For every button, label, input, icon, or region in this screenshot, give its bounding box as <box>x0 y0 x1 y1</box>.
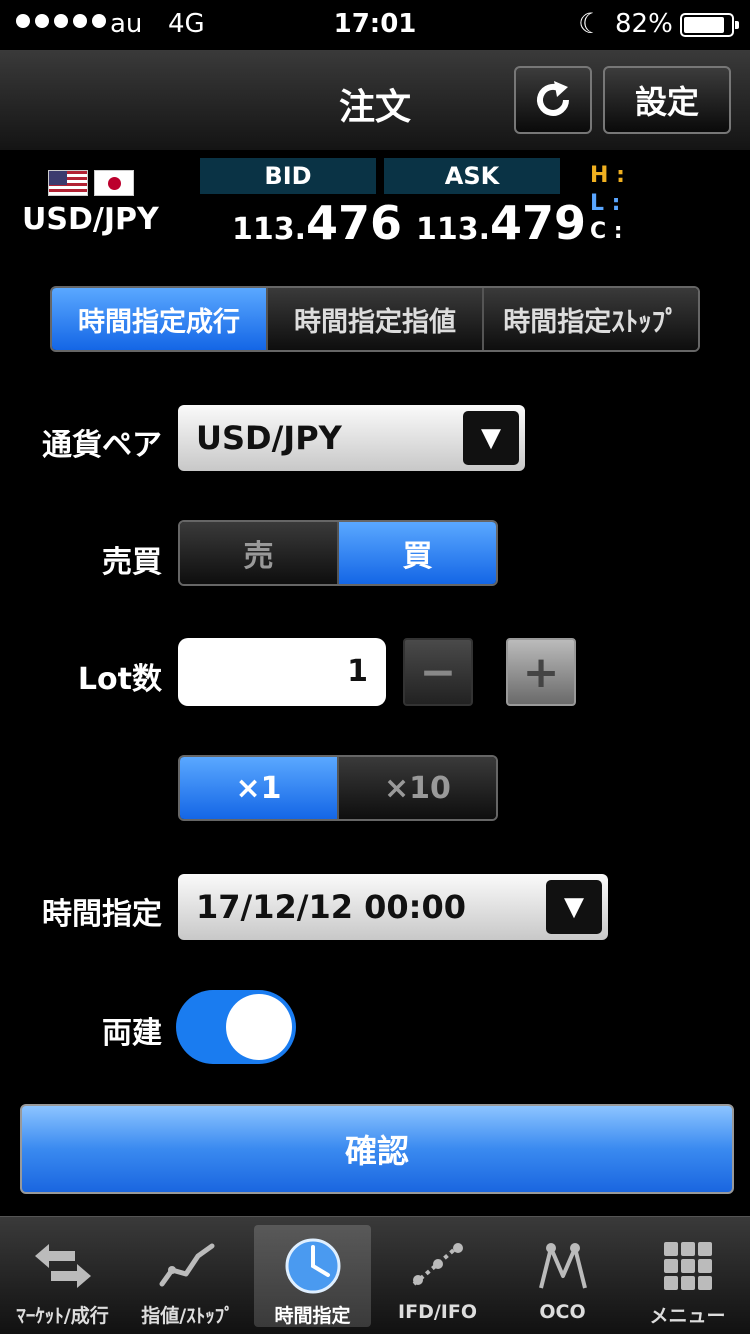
minus-icon: − <box>419 646 457 698</box>
side-segment: 売 買 <box>178 520 498 586</box>
lot-label: Lot数 <box>77 662 162 697</box>
ask-price-fraction: 479 <box>490 196 587 250</box>
refresh-button[interactable] <box>514 66 592 134</box>
tabbar-limit-stop[interactable]: 指値/ｽﾄｯﾌﾟ <box>125 1217 250 1334</box>
ask-price[interactable]: 113.479 <box>416 196 586 250</box>
battery-icon <box>680 13 739 37</box>
status-bar: au 4G 17:01 ☾ 82% <box>0 0 750 50</box>
quote-pair: USD/JPY <box>22 202 159 237</box>
time-select[interactable]: 17/12/12 00:00 ▼ <box>178 874 608 940</box>
tabbar-label: 指値/ｽﾄｯﾌﾟ <box>141 1305 234 1327</box>
jp-flag-icon <box>94 170 134 196</box>
time-label: 時間指定 <box>42 897 162 932</box>
bid-price[interactable]: 113.476 <box>232 196 402 250</box>
time-select-value: 17/12/12 00:00 <box>196 888 466 926</box>
tabbar-label: OCO <box>539 1301 586 1323</box>
tab-time-market[interactable]: 時間指定成行 <box>52 288 268 350</box>
battery-percent: 82% <box>615 9 673 39</box>
swap-arrows-icon <box>34 1244 91 1288</box>
tab-time-stop[interactable]: 時間指定ｽﾄｯﾌﾟ <box>484 288 698 350</box>
nav-header: 注文 設定 <box>0 50 750 150</box>
close-label: C : <box>590 219 623 244</box>
sell-option[interactable]: 売 <box>180 522 337 584</box>
refresh-icon <box>537 81 569 116</box>
lot-input[interactable]: 1 <box>178 638 386 706</box>
oco-chart-icon <box>538 1243 587 1289</box>
order-type-tabs: 時間指定成行 時間指定指値 時間指定ｽﾄｯﾌﾟ <box>50 286 700 352</box>
multiplier-x10[interactable]: ×10 <box>337 757 496 819</box>
pair-select[interactable]: USD/JPY ▼ <box>178 405 525 471</box>
plus-icon: + <box>522 646 560 698</box>
hedge-toggle[interactable] <box>176 990 296 1064</box>
bid-price-integer: 113. <box>232 212 307 247</box>
tabbar-ifd-ifo[interactable]: IFD/IFO <box>375 1217 500 1334</box>
tab-time-limit[interactable]: 時間指定指値 <box>268 288 484 350</box>
tabbar-time[interactable]: 時間指定 <box>254 1225 371 1327</box>
tabbar-oco[interactable]: OCO <box>500 1217 625 1334</box>
high-label: H : <box>590 163 625 188</box>
high-low-close: H : L : C : <box>590 162 625 246</box>
line-chart-icon <box>159 1243 214 1287</box>
confirm-button[interactable]: 確認 <box>20 1104 734 1194</box>
hedge-label: 両建 <box>102 1016 162 1051</box>
lot-multiplier-segment: ×1 ×10 <box>178 755 498 821</box>
settings-button[interactable]: 設定 <box>603 66 731 134</box>
chevron-down-icon: ▼ <box>463 411 519 465</box>
ask-header: ASK <box>384 158 560 194</box>
pair-label: 通貨ペア <box>42 428 162 463</box>
low-label: L : <box>590 191 621 216</box>
tabbar-market[interactable]: ﾏｰｹｯﾄ/成行 <box>0 1217 125 1334</box>
clock-icon <box>285 1238 340 1294</box>
bid-price-fraction: 476 <box>306 196 403 250</box>
grid-menu-icon <box>663 1242 712 1290</box>
toggle-knob <box>226 994 292 1060</box>
multiplier-x1[interactable]: ×1 <box>180 757 337 819</box>
chevron-down-icon: ▼ <box>546 880 602 934</box>
currency-flags <box>48 170 134 196</box>
tabbar-label: 時間指定 <box>274 1305 351 1327</box>
bid-header: BID <box>200 158 376 194</box>
ifd-chart-icon <box>412 1243 463 1286</box>
us-flag-icon <box>48 170 88 196</box>
do-not-disturb-icon: ☾ <box>578 7 604 40</box>
pair-select-value: USD/JPY <box>196 419 342 457</box>
side-label: 売買 <box>102 545 162 580</box>
tabbar-menu[interactable]: メニュー <box>625 1217 750 1334</box>
tabbar-label: IFD/IFO <box>398 1301 477 1323</box>
buy-option[interactable]: 買 <box>337 522 496 584</box>
lot-decrement-button[interactable]: − <box>403 638 473 706</box>
bottom-tab-bar: ﾏｰｹｯﾄ/成行 指値/ｽﾄｯﾌﾟ 時間指定 IFD/IFO OCO メニュー <box>0 1216 750 1334</box>
lot-increment-button[interactable]: + <box>506 638 576 706</box>
tabbar-label: ﾏｰｹｯﾄ/成行 <box>16 1305 109 1327</box>
ask-price-integer: 113. <box>416 212 491 247</box>
tabbar-label: メニュー <box>649 1305 726 1327</box>
